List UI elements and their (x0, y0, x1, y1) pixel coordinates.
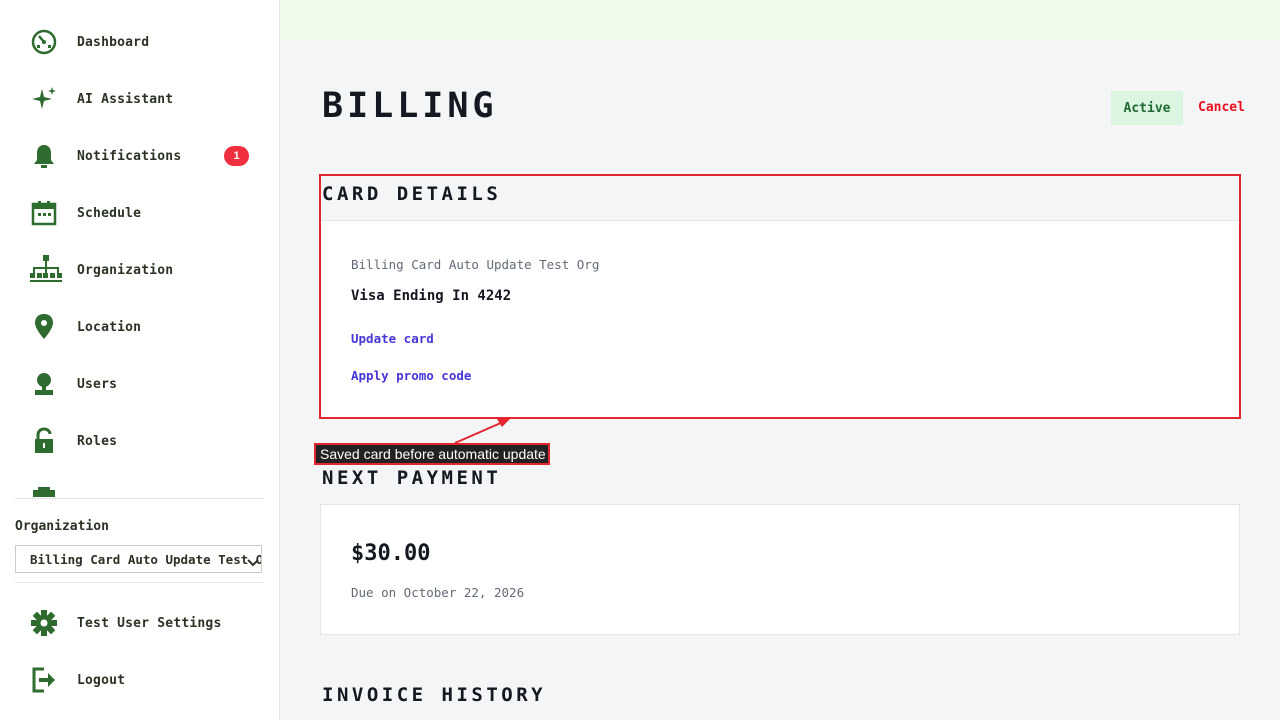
apply-promo-code-link[interactable]: Apply promo code (351, 368, 471, 383)
sparkle-icon (30, 84, 62, 114)
sidebar-item-label: AI Assistant (77, 91, 174, 107)
organization-select-value: Billing Card Auto Update Test Org (30, 552, 262, 567)
update-card-link[interactable]: Update card (351, 331, 434, 346)
sidebar: Dashboard AI Assistant Notifications 1 S… (0, 0, 280, 720)
user-icon (30, 369, 62, 399)
payment-amount: $30.00 (351, 541, 431, 566)
org-chart-icon (30, 255, 62, 285)
sidebar-item-ai-assistant[interactable]: AI Assistant (30, 84, 260, 114)
organization-label: Organization (15, 519, 109, 534)
sidebar-item-label: Organization (77, 262, 174, 278)
subscription-status-badge: Active (1111, 91, 1183, 125)
sidebar-divider (15, 498, 264, 499)
sidebar-item-logout[interactable]: Logout (30, 665, 260, 695)
notification-count-badge: 1 (224, 146, 249, 166)
top-banner (280, 0, 1280, 40)
sidebar-item-label: Users (77, 376, 118, 392)
invoice-history-heading: Invoice History (322, 684, 547, 706)
card-details-heading: Card Details (322, 183, 502, 205)
sidebar-item-schedule[interactable]: Schedule (30, 198, 260, 228)
sidebar-item-dashboard[interactable]: Dashboard (30, 27, 260, 57)
calendar-icon (30, 198, 62, 228)
bell-icon (30, 141, 62, 171)
next-payment-card (320, 504, 1240, 635)
annotation-label: Saved card before automatic update (314, 443, 550, 465)
sidebar-item-users[interactable]: Users (30, 369, 260, 399)
card-details-body (320, 221, 1240, 418)
sidebar-item-label: Schedule (77, 205, 142, 221)
payment-due-date: Due on October 22, 2026 (351, 585, 525, 600)
page-title: Billing (322, 86, 498, 126)
sidebar-item-label: Roles (77, 433, 118, 449)
sidebar-item-label: Notifications (77, 148, 182, 164)
cancel-subscription-link[interactable]: Cancel (1198, 100, 1245, 115)
sidebar-item-partial[interactable] (30, 483, 260, 497)
next-payment-heading: Next Payment (322, 467, 502, 489)
sidebar-item-label: Test User Settings (77, 615, 222, 631)
gear-icon (30, 608, 62, 638)
logout-icon (30, 665, 62, 695)
sidebar-item-settings[interactable]: Test User Settings (30, 608, 260, 638)
sidebar-item-location[interactable]: Location (30, 312, 260, 342)
sidebar-divider (15, 582, 264, 583)
location-pin-icon (30, 312, 62, 342)
chevron-down-icon (247, 555, 259, 570)
sidebar-item-notifications[interactable]: Notifications 1 (30, 141, 260, 171)
organization-select[interactable]: Billing Card Auto Update Test Org (15, 545, 262, 573)
sidebar-item-label: Dashboard (77, 34, 150, 50)
briefcase-icon (30, 483, 62, 497)
sidebar-item-label: Location (77, 319, 142, 335)
sidebar-item-organization[interactable]: Organization (30, 255, 260, 285)
dashboard-icon (30, 27, 62, 57)
card-description: Visa Ending In 4242 (351, 288, 512, 304)
lock-icon (30, 426, 62, 456)
sidebar-item-roles[interactable]: Roles (30, 426, 260, 456)
sidebar-item-label: Logout (77, 672, 126, 688)
billing-org-name: Billing Card Auto Update Test Org (351, 257, 600, 272)
